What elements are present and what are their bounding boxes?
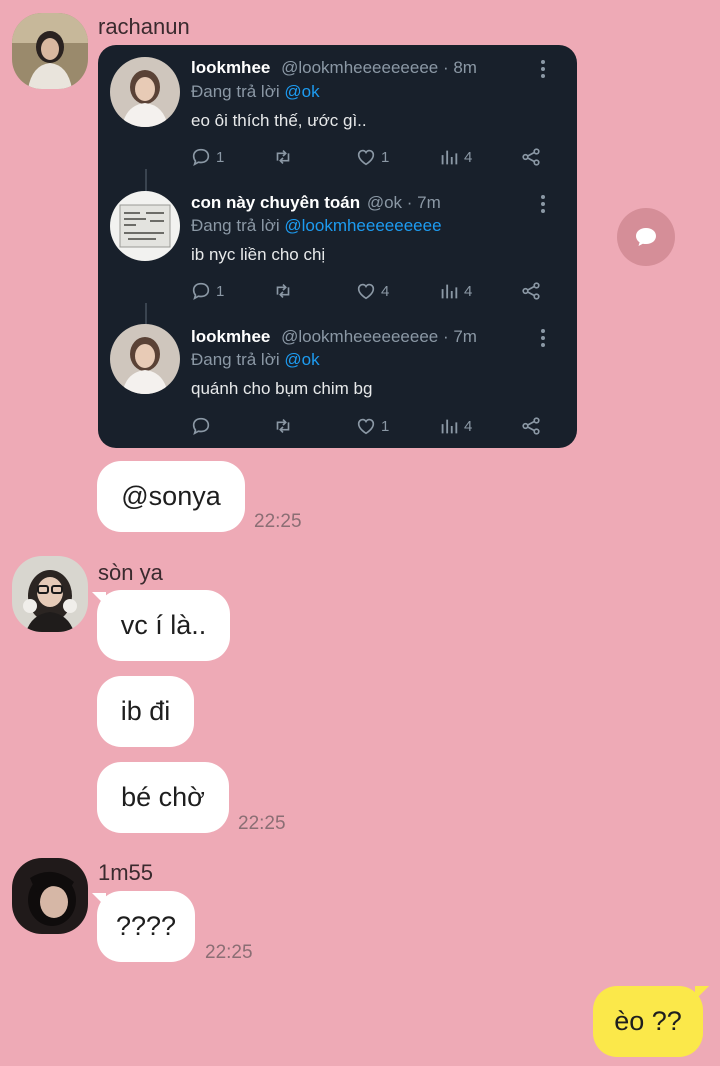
share-button[interactable] bbox=[520, 278, 542, 304]
views-icon bbox=[441, 284, 458, 299]
message-bubble[interactable]: @sonya bbox=[97, 461, 245, 532]
avatar-son-ya[interactable] bbox=[12, 556, 88, 632]
like-icon bbox=[357, 418, 375, 435]
tweet-handle: @lookmheeeeeeeee · 8m bbox=[281, 58, 477, 77]
like-icon bbox=[357, 149, 375, 166]
retweet-button[interactable] bbox=[272, 144, 294, 170]
reply-button[interactable] bbox=[190, 413, 212, 439]
message-text: ???? bbox=[115, 911, 177, 941]
chat-bubble-icon bbox=[636, 228, 656, 246]
views-button[interactable]: 4 bbox=[438, 144, 472, 170]
views-icon bbox=[441, 150, 458, 165]
tweet-reply-line: Đang trả lời @ok bbox=[191, 350, 320, 370]
reply-icon bbox=[192, 282, 210, 301]
like-button[interactable]: 1 bbox=[355, 144, 389, 170]
tweet-author-name[interactable]: con này chuyên toán bbox=[191, 193, 360, 212]
retweet-button[interactable] bbox=[272, 278, 294, 304]
reply-prefix: Đang trả lời bbox=[191, 82, 280, 101]
sender-name: rachanun bbox=[98, 14, 190, 39]
reply-mention-link[interactable]: @lookmheeeeeeeee bbox=[284, 216, 441, 235]
reply-button[interactable]: 1 bbox=[190, 278, 224, 304]
my-message-bubble[interactable]: èo ?? bbox=[593, 986, 703, 1057]
tweet-avatar[interactable] bbox=[110, 324, 180, 394]
message-bubble[interactable]: vc í là.. bbox=[97, 590, 230, 661]
share-button[interactable] bbox=[520, 413, 542, 439]
reply-icon bbox=[192, 148, 210, 167]
tweet-header: con này chuyên toán @ok · 7m bbox=[191, 193, 441, 213]
share-icon bbox=[522, 417, 540, 435]
retweet-icon bbox=[276, 283, 290, 299]
reply-mention-link[interactable]: @ok bbox=[284, 350, 319, 369]
share-button[interactable] bbox=[520, 144, 542, 170]
share-icon bbox=[522, 282, 540, 300]
avatar-rachanun[interactable] bbox=[12, 13, 88, 89]
like-button[interactable]: 4 bbox=[355, 278, 389, 304]
tweet-text: ib nyc liền cho chị bbox=[191, 245, 326, 264]
share-icon bbox=[522, 148, 540, 166]
tweet-avatar[interactable] bbox=[110, 57, 180, 127]
tweet-text: quánh cho bụm chim bg bbox=[191, 379, 373, 398]
like-icon bbox=[357, 283, 375, 300]
message-time: 22:25 bbox=[205, 942, 253, 963]
retweet-button[interactable] bbox=[272, 413, 294, 439]
message-time: 22:25 bbox=[254, 511, 302, 532]
tweet-handle: @ok · 7m bbox=[366, 193, 441, 212]
more-icon[interactable] bbox=[541, 329, 545, 350]
tweet-handle: @lookmheeeeeeeee · 7m bbox=[281, 327, 477, 346]
views-count: 4 bbox=[464, 417, 473, 435]
views-count: 4 bbox=[464, 148, 473, 166]
reply-mention-link[interactable]: @ok bbox=[284, 82, 319, 101]
reply-button[interactable]: 1 bbox=[190, 144, 224, 170]
tweet-reply-line: Đang trả lời @ok bbox=[191, 82, 320, 102]
more-icon[interactable] bbox=[541, 195, 545, 216]
sender-name: 1m55 bbox=[98, 860, 154, 885]
message-bubble[interactable]: ???? bbox=[97, 891, 195, 962]
reply-count: 1 bbox=[216, 282, 225, 300]
like-count: 1 bbox=[381, 417, 390, 435]
like-button[interactable]: 1 bbox=[355, 413, 389, 439]
share-to-chat-button[interactable] bbox=[617, 208, 675, 266]
message-text: vc í là.. bbox=[120, 610, 207, 640]
reply-prefix: Đang trả lời bbox=[191, 350, 280, 369]
tweet-actions: 1 1 4 bbox=[190, 144, 550, 170]
bubble-tail bbox=[695, 986, 709, 1000]
more-icon[interactable] bbox=[541, 60, 545, 81]
views-button[interactable]: 4 bbox=[438, 278, 472, 304]
message-text: bé chờ bbox=[121, 782, 205, 812]
reply-icon bbox=[192, 417, 210, 436]
tweet-actions: 1 4 4 bbox=[190, 278, 550, 304]
retweet-icon bbox=[276, 149, 290, 165]
retweet-icon bbox=[276, 418, 290, 434]
tweet-avatar[interactable] bbox=[110, 191, 180, 261]
reply-prefix: Đang trả lời bbox=[191, 216, 280, 235]
message-bubble[interactable]: bé chờ bbox=[97, 762, 229, 833]
like-count: 1 bbox=[381, 148, 390, 166]
views-count: 4 bbox=[464, 282, 473, 300]
tweet-author-name[interactable]: lookmhee bbox=[191, 327, 270, 346]
views-icon bbox=[441, 419, 458, 434]
tweet-reply-line: Đang trả lời @lookmheeeeeeeee bbox=[191, 216, 442, 236]
avatar-1m55[interactable] bbox=[12, 858, 88, 934]
tweet-header: lookmhee @lookmheeeeeeeee · 7m bbox=[191, 327, 477, 347]
tweet-actions: 1 4 bbox=[190, 413, 550, 439]
like-count: 4 bbox=[381, 282, 390, 300]
message-text: èo ?? bbox=[614, 1006, 682, 1036]
message-bubble[interactable]: ib đi bbox=[97, 676, 194, 747]
mention-text: @sonya bbox=[121, 481, 221, 511]
views-button[interactable]: 4 bbox=[438, 413, 472, 439]
tweet-text: eo ôi thích thế, ước gì.. bbox=[191, 111, 367, 130]
tweet-header: lookmhee @lookmheeeeeeeee · 8m bbox=[191, 58, 477, 78]
message-text: ib đi bbox=[120, 696, 171, 726]
reply-count: 1 bbox=[216, 148, 225, 166]
shared-tweet-card[interactable]: lookmhee @lookmheeeeeeeee · 8m Đang trả … bbox=[98, 45, 577, 448]
message-time: 22:25 bbox=[238, 813, 286, 834]
sender-name: sòn ya bbox=[98, 560, 163, 585]
tweet-author-name[interactable]: lookmhee bbox=[191, 58, 270, 77]
